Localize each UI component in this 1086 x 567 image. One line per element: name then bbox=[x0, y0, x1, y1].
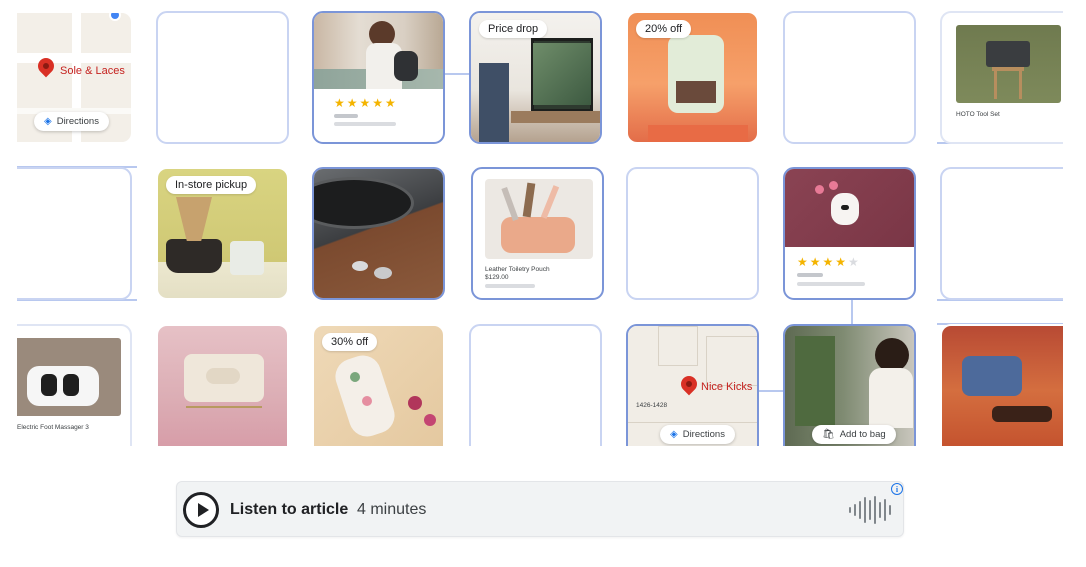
directions-label: Directions bbox=[682, 429, 725, 440]
listen-to-article-player[interactable]: Listen to article 4 minutes i bbox=[176, 481, 904, 537]
directions-icon: ◈ bbox=[670, 429, 678, 440]
product-tile-earbuds[interactable]: ★★★★★ bbox=[783, 167, 916, 300]
product-tile-coffee[interactable]: In-store pickup bbox=[156, 167, 289, 300]
discount-badge: 30% off bbox=[322, 333, 378, 351]
placeholder-bar bbox=[334, 122, 396, 126]
product-image bbox=[17, 338, 121, 416]
product-tile-sweaters[interactable] bbox=[940, 324, 1063, 446]
add-to-bag-button[interactable]: 🛍 Add to bag bbox=[812, 425, 896, 444]
placeholder-bar bbox=[334, 114, 358, 118]
product-image bbox=[314, 169, 443, 298]
product-image bbox=[314, 13, 443, 89]
place-name: Nice Kicks bbox=[701, 381, 753, 393]
pickup-badge: In-store pickup bbox=[166, 176, 257, 194]
empty-tile bbox=[17, 167, 132, 300]
product-image bbox=[158, 326, 287, 446]
placeholder-bar bbox=[797, 282, 865, 286]
directions-icon: ◈ bbox=[44, 116, 52, 127]
product-tile-espresso[interactable]: 20% off bbox=[626, 11, 759, 144]
placeholder-bar bbox=[797, 273, 823, 277]
product-image bbox=[785, 169, 914, 247]
product-collage: Sole & Laces ◈ Directions ★★★★★ Price dr… bbox=[17, 0, 1063, 446]
product-tile-gloves[interactable]: 30% off bbox=[312, 324, 445, 446]
location-dot-icon bbox=[109, 13, 121, 21]
directions-button[interactable]: ◈ Directions bbox=[34, 112, 109, 131]
price-drop-badge: Price drop bbox=[479, 20, 548, 38]
product-tile-handbag[interactable] bbox=[156, 324, 289, 446]
add-to-bag-label: Add to bag bbox=[839, 429, 886, 440]
rating-stars: ★★★★★ bbox=[334, 96, 398, 110]
empty-tile bbox=[156, 11, 289, 144]
product-title: Leather Toiletry Pouch bbox=[485, 266, 550, 273]
product-image bbox=[485, 179, 593, 259]
product-tile-kitchen[interactable]: Price drop bbox=[469, 11, 602, 144]
product-tile-portrait[interactable]: ★★★★★ bbox=[312, 11, 445, 144]
empty-tile bbox=[783, 11, 916, 144]
placeholder-bar bbox=[485, 284, 535, 288]
product-image bbox=[942, 326, 1063, 446]
map-tile-sole-laces[interactable]: Sole & Laces ◈ Directions bbox=[17, 11, 133, 144]
play-icon bbox=[197, 503, 209, 517]
shopping-bag-icon: 🛍 bbox=[822, 429, 835, 440]
empty-tile bbox=[469, 324, 602, 446]
product-price: $129.00 bbox=[485, 274, 509, 281]
product-caption: HOTO Tool Set bbox=[956, 111, 1000, 118]
audio-waveform-icon bbox=[849, 495, 891, 525]
map-tile-nice-kicks[interactable]: Nice Kicks 1426-1428 ◈ Directions bbox=[626, 324, 759, 446]
place-name: Sole & Laces bbox=[60, 65, 125, 77]
rating-stars: ★★★★★ bbox=[797, 255, 861, 269]
directions-button[interactable]: ◈ Directions bbox=[660, 425, 735, 444]
product-tile-toolset[interactable]: HOTO Tool Set bbox=[940, 11, 1063, 144]
product-caption: Electric Foot Massager 3 bbox=[17, 424, 89, 431]
listen-label: Listen to article bbox=[230, 501, 349, 518]
product-tile-turntable[interactable] bbox=[312, 167, 445, 300]
product-image bbox=[956, 25, 1061, 103]
discount-badge: 20% off bbox=[636, 20, 692, 38]
product-tile-makeup[interactable]: 🛍 Add to bag bbox=[783, 324, 916, 446]
empty-tile bbox=[626, 167, 759, 300]
address-label: 1426-1428 bbox=[636, 402, 668, 409]
product-tile-pouch[interactable]: Leather Toiletry Pouch $129.00 bbox=[471, 167, 604, 300]
info-icon[interactable]: i bbox=[891, 483, 903, 495]
connector-line bbox=[851, 300, 853, 324]
directions-label: Directions bbox=[56, 116, 99, 127]
empty-tile bbox=[940, 167, 1063, 300]
duration-label: 4 minutes bbox=[357, 501, 427, 518]
play-button[interactable] bbox=[183, 492, 219, 528]
product-tile-massager[interactable]: Electric Foot Massager 3 bbox=[17, 324, 132, 446]
